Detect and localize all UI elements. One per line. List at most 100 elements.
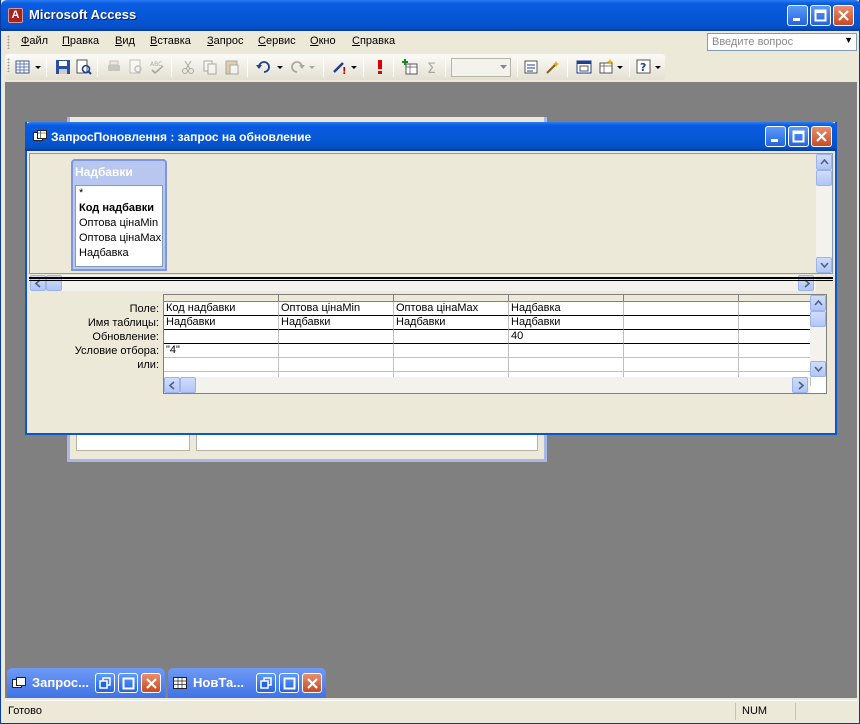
access-key-icon[interactable]: A [8,8,23,23]
query-design-grid[interactable]: Код надбавки Оптова цінаMin Оптова цінаM… [163,294,827,394]
query-icon[interactable] [33,130,47,142]
toolbar-grip[interactable] [7,58,10,72]
minimized-query-window[interactable]: Запрос... [7,668,165,698]
grid-cell[interactable] [164,330,279,344]
grid-cell[interactable]: Оптова цінаMax [394,302,509,316]
field-list-body[interactable]: * Код надбавки Оптова цінаMin Оптова цін… [75,185,163,267]
field-list-title[interactable]: Надбавки [75,165,133,179]
chevron-down-icon[interactable] [349,58,359,76]
maximize-button[interactable] [279,673,299,693]
grid-cell[interactable]: Надбавки [509,316,624,330]
undo-icon[interactable] [255,58,273,76]
grid-cell[interactable] [279,344,394,358]
redo-icon[interactable] [288,58,306,76]
query-design-window[interactable]: ЗапросПоновлення : запрос на обновление … [25,122,837,435]
scroll-thumb[interactable] [810,311,826,327]
grid-cell[interactable] [739,344,811,358]
chevron-down-icon[interactable] [653,58,663,76]
scroll-down-button[interactable] [810,361,826,377]
grid-cell[interactable] [624,302,739,316]
restore-button[interactable] [95,673,115,693]
grid-cell[interactable]: Надбавки [394,316,509,330]
grid-cell[interactable]: Код надбавки [164,302,279,316]
column-selector[interactable] [279,295,394,302]
close-button[interactable] [833,5,854,26]
grid-cell[interactable] [279,358,394,372]
search-icon[interactable] [75,58,93,76]
menu-file[interactable]: Файл [21,35,48,47]
column-selector[interactable] [394,295,509,302]
grid-cell[interactable] [394,358,509,372]
maximize-button[interactable] [118,673,138,693]
grid-cell[interactable] [279,330,394,344]
new-object-icon[interactable] [597,58,615,76]
grid-cell[interactable] [624,358,739,372]
scroll-up-button[interactable] [816,154,832,170]
show-table-icon[interactable] [401,58,419,76]
run-icon[interactable] [371,58,389,76]
field-list-item[interactable]: Оптова цінаMin [76,216,162,231]
grid-cell[interactable] [739,358,811,372]
field-list-item[interactable]: * [76,186,162,201]
grid-cell[interactable] [739,330,811,344]
grid-cell[interactable] [394,330,509,344]
menu-edit[interactable]: Правка [62,35,99,47]
background-field-cell[interactable] [76,433,190,451]
database-window-icon[interactable] [575,58,593,76]
grid-cell[interactable] [739,302,811,316]
cut-icon[interactable] [179,58,197,76]
grid-cell[interactable] [394,344,509,358]
grid-cell[interactable] [509,358,624,372]
properties-icon[interactable] [523,58,541,76]
grid-cell[interactable]: Надбавка [509,302,624,316]
query-minimize-button[interactable] [765,126,786,147]
print-preview-icon[interactable] [127,58,145,76]
grid-cell[interactable] [739,316,811,330]
pane-splitter[interactable] [29,277,833,281]
chevron-down-icon[interactable] [615,58,625,76]
chevron-down-icon[interactable] [275,58,285,76]
minimized-table-window[interactable]: НовТа... [168,668,326,698]
menu-insert[interactable]: Вставка [150,35,191,47]
grid-cell[interactable]: Оптова цінаMin [279,302,394,316]
grid-cell[interactable]: "4" [164,344,279,358]
column-selector[interactable] [739,295,811,302]
chevron-down-icon[interactable]: ▼ [844,35,853,45]
menu-tools[interactable]: Сервис [258,35,296,47]
field-list-item[interactable]: Надбавка [76,246,162,261]
column-selector[interactable] [509,295,624,302]
grid-cell[interactable]: Надбавки [279,316,394,330]
scroll-right-button[interactable] [792,377,808,393]
grid-cell[interactable] [624,344,739,358]
restore-button[interactable] [256,673,276,693]
copy-icon[interactable] [201,58,219,76]
table-pane-vscrollbar[interactable] [816,154,832,273]
ask-question-input[interactable]: Введите вопрос ▼ [707,33,857,51]
menubar-grip[interactable] [7,35,10,49]
builder-icon[interactable] [545,58,563,76]
field-list-item[interactable]: Оптова цінаMax [76,231,162,246]
field-list-nadbavky[interactable]: Надбавки * Код надбавки Оптова цінаMin О… [71,159,167,271]
spelling-icon[interactable]: ABC [149,58,167,76]
chevron-down-icon[interactable] [307,58,317,76]
menu-view[interactable]: Вид [115,35,135,47]
table-pane[interactable]: Надбавки * Код надбавки Оптова цінаMin О… [29,153,833,291]
scroll-thumb[interactable] [180,377,196,393]
scroll-left-button[interactable] [164,377,180,393]
app-titlebar[interactable]: A Microsoft Access [1,0,860,31]
query-window-titlebar[interactable]: ЗапросПоновлення : запрос на обновление [25,122,837,151]
save-icon[interactable] [54,58,72,76]
scroll-up-button[interactable] [810,295,826,311]
menu-query[interactable]: Запрос [207,35,243,47]
grid-cell[interactable] [624,316,739,330]
scroll-thumb[interactable] [816,170,832,186]
grid-hscrollbar[interactable] [164,377,810,393]
close-button[interactable] [302,673,322,693]
grid-cell[interactable] [509,344,624,358]
grid-cell[interactable] [624,330,739,344]
grid-cell[interactable]: 40 [509,330,624,344]
view-datasheet-icon[interactable] [14,58,32,76]
scroll-down-button[interactable] [816,257,832,273]
query-maximize-button[interactable] [788,126,809,147]
totals-icon[interactable]: Σ [423,58,441,76]
